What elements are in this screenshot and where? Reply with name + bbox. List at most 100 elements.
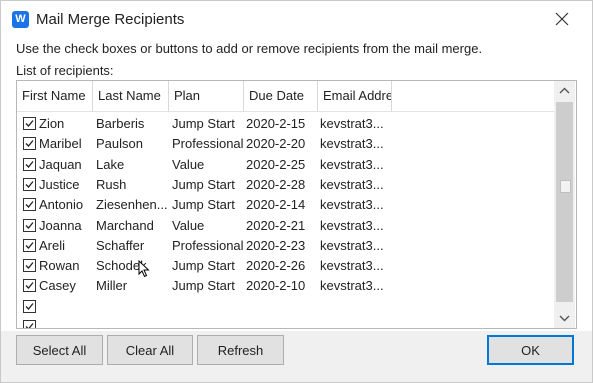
cell-last-name: Paulson	[96, 136, 143, 152]
cell-plan: Professional	[172, 237, 244, 253]
cell-last-name	[96, 297, 168, 317]
cell-plan	[172, 297, 244, 317]
cell-first-name: Maribel	[39, 136, 82, 152]
checkmark-icon	[25, 201, 34, 209]
cell-email: kevstrat3...	[320, 116, 384, 131]
checkmark-icon	[25, 120, 34, 127]
cell-due-date	[246, 317, 316, 328]
table-row[interactable]	[17, 317, 554, 328]
cell-due-date: 2020-2-28	[246, 176, 306, 192]
cell-last-name: Rush	[96, 176, 127, 192]
cell-first-name: Rowan	[39, 258, 80, 274]
chevron-up-icon	[559, 87, 570, 94]
ok-button[interactable]: OK	[487, 335, 574, 365]
recipients-list[interactable]: First Name Last Name Plan Due Date Email…	[16, 80, 577, 329]
table-row[interactable]: Zion Barberis Jump Start 2020-2-15 kevstrat3…	[17, 114, 554, 134]
cell-first-name: Justice	[39, 176, 80, 192]
column-header-first-name[interactable]: First Name	[17, 81, 93, 111]
clear-all-button[interactable]: Clear All	[107, 335, 193, 365]
cell-due-date: 2020-2-21	[246, 217, 306, 233]
table-row[interactable]: Areli Schaffer Professional 2020-2-23 kevstr…	[17, 236, 554, 256]
cell-email: kevstrat3...	[320, 278, 384, 294]
checkmark-icon	[25, 241, 34, 249]
cell-last-name	[96, 317, 168, 328]
cell-plan: Jump Start	[172, 197, 235, 213]
row-checkbox[interactable]	[23, 117, 36, 130]
table-row[interactable]: Justice Rush Jump Start 2020-2-28 kevstrat3.…	[17, 175, 554, 195]
scroll-up-button[interactable]	[554, 81, 575, 101]
cell-due-date: 2020-2-14	[246, 197, 306, 213]
close-button[interactable]	[549, 7, 575, 31]
cell-due-date: 2020-2-20	[246, 136, 306, 152]
column-header-last-name[interactable]: Last Name	[93, 81, 169, 111]
cell-due-date: 2020-2-26	[246, 258, 306, 274]
cell-email: kevstrat3...	[320, 156, 384, 172]
checkmark-icon	[25, 262, 34, 270]
cell-last-name: Marchand	[96, 217, 154, 233]
cell-plan: Jump Start	[172, 176, 235, 192]
checkmark-icon	[25, 140, 34, 148]
table-row[interactable]	[17, 297, 554, 317]
cell-plan: Professional	[172, 136, 244, 152]
table-row[interactable]: Antonio Ziesenhen... Jump Start 2020-2-14 ke…	[17, 195, 554, 215]
table-row[interactable]: Maribel Paulson Professional 2020-2-20 kevst…	[17, 134, 554, 154]
cell-first-name	[39, 317, 91, 328]
checkmark-icon	[25, 282, 34, 290]
column-header-plan[interactable]: Plan	[169, 81, 244, 111]
checkmark-icon	[25, 323, 34, 328]
close-icon	[555, 12, 569, 26]
row-checkbox[interactable]	[23, 320, 36, 328]
cell-first-name: Antonio	[39, 197, 84, 213]
row-checkbox[interactable]	[23, 198, 36, 212]
column-header-email[interactable]: Email Addre	[318, 81, 392, 111]
cell-email: kevstrat3...	[320, 176, 384, 192]
cell-due-date	[246, 297, 316, 317]
cell-first-name: Areli	[39, 237, 66, 253]
mail-merge-recipients-dialog: W Mail Merge Recipients Use the check bo…	[0, 0, 593, 383]
cell-due-date: 2020-2-23	[246, 237, 306, 253]
cell-email	[320, 317, 392, 328]
cell-last-name: Lake	[96, 156, 125, 172]
cell-plan: Jump Start	[172, 278, 235, 294]
scrollbar-grip	[560, 180, 571, 193]
row-checkbox[interactable]	[23, 218, 36, 232]
cell-plan: Value	[172, 217, 205, 233]
cell-due-date: 2020-2-10	[246, 278, 306, 294]
list-label: List of recipients:	[16, 63, 114, 78]
cell-plan: Jump Start	[172, 258, 235, 274]
row-checkbox[interactable]	[23, 177, 36, 191]
cell-first-name	[39, 297, 91, 317]
title-bar: W Mail Merge Recipients	[1, 1, 592, 37]
cell-first-name: Joanna	[39, 217, 82, 233]
select-all-button[interactable]: Select All	[16, 335, 103, 365]
row-checkbox[interactable]	[23, 299, 36, 313]
column-header-due-date[interactable]: Due Date	[244, 81, 318, 111]
cell-last-name: Barberis	[96, 116, 145, 131]
cell-email: kevstrat3...	[320, 237, 384, 253]
table-row[interactable]: Rowan Schodek Jump Start 2020-2-26 kevstrat3…	[17, 256, 554, 276]
row-checkbox[interactable]	[23, 238, 36, 252]
chevron-down-icon	[559, 315, 570, 322]
cell-email: kevstrat3...	[320, 197, 384, 213]
row-checkbox[interactable]	[23, 157, 36, 171]
instructions-text: Use the check boxes or buttons to add or…	[16, 41, 483, 56]
checkmark-icon	[25, 160, 34, 168]
checkmark-icon	[25, 180, 34, 188]
row-checkbox[interactable]	[23, 137, 36, 151]
wps-writer-icon: W	[12, 11, 29, 28]
cell-first-name: Zion	[39, 116, 65, 131]
row-checkbox[interactable]	[23, 259, 36, 273]
cell-due-date: 2020-2-15	[246, 116, 306, 131]
scrollbar-thumb[interactable]	[556, 102, 573, 302]
mouse-pointer-icon	[138, 260, 150, 278]
vertical-scrollbar[interactable]	[554, 81, 575, 328]
header-divider	[17, 111, 554, 112]
scroll-down-button[interactable]	[554, 308, 575, 328]
cell-first-name: Casey	[39, 278, 76, 294]
row-checkbox[interactable]	[23, 279, 36, 293]
table-row[interactable]: Jaquan Lake Value 2020-2-25 kevstrat3...	[17, 155, 554, 175]
table-row[interactable]: Casey Miller Jump Start 2020-2-10 kevstrat3.…	[17, 276, 554, 296]
table-row[interactable]: Joanna Marchand Value 2020-2-21 kevstrat3...	[17, 216, 554, 236]
cell-last-name: Ziesenhen...	[96, 197, 168, 213]
refresh-button[interactable]: Refresh	[197, 335, 284, 365]
